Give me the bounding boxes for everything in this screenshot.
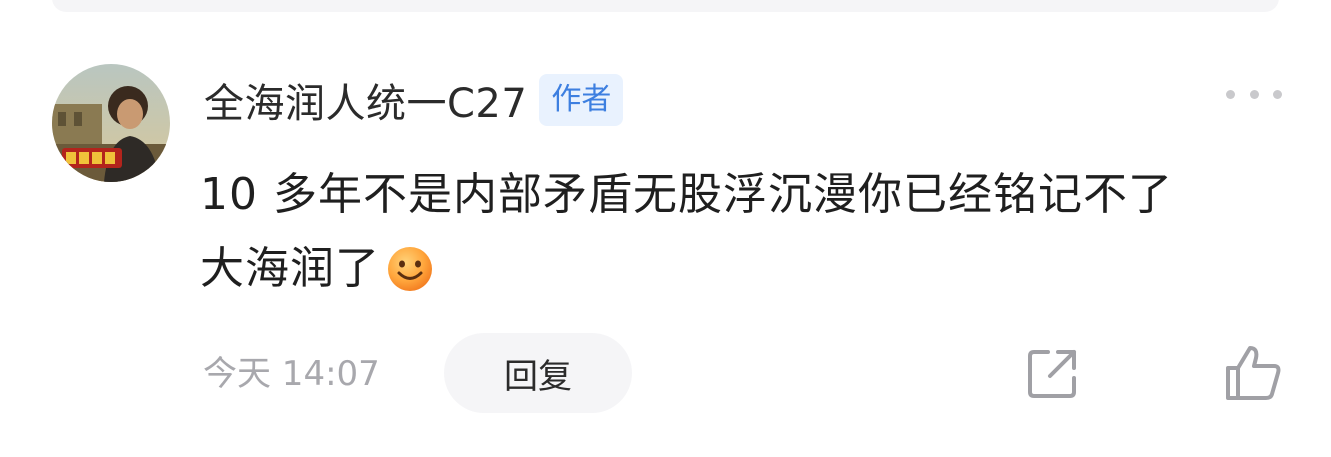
comment-text-line-1: 10 多年不是内部矛盾无股浮沉漫你已经铭记不了	[200, 169, 1173, 220]
author-row: 全海润人统一C27 作者	[204, 68, 624, 132]
more-dot	[1249, 89, 1259, 99]
share-icon[interactable]	[1024, 346, 1080, 402]
comment-text-line-2-wrap: 大海润了	[200, 232, 1280, 306]
more-dot	[1273, 89, 1282, 99]
thumbs-up-icon[interactable]	[1222, 342, 1284, 402]
smile-emoji-icon	[388, 247, 432, 291]
reply-button[interactable]: 回复	[444, 333, 632, 413]
comment-body: 10 多年不是内部矛盾无股浮沉漫你已经铭记不了 大海润了	[200, 158, 1280, 306]
author-badge: 作者	[539, 74, 624, 126]
comment-screen: 全海润人统一C27 作者 10 多年不是内部矛盾无股浮沉漫你已经铭记不了 大海润…	[0, 0, 1331, 457]
previous-comment-card	[52, 0, 1279, 12]
author-name[interactable]: 全海润人统一C27	[204, 71, 527, 129]
comment-text-line-2: 大海润了	[200, 243, 380, 294]
thumbs-up-icon-graphic	[1226, 346, 1281, 400]
more-dot	[1226, 89, 1235, 99]
avatar[interactable]	[52, 64, 170, 182]
share-icon-graphic	[1028, 350, 1076, 398]
comment-timestamp: 今天 14:07	[203, 354, 380, 394]
more-dots-icon[interactable]	[1226, 86, 1282, 102]
avatar-image	[52, 64, 170, 182]
